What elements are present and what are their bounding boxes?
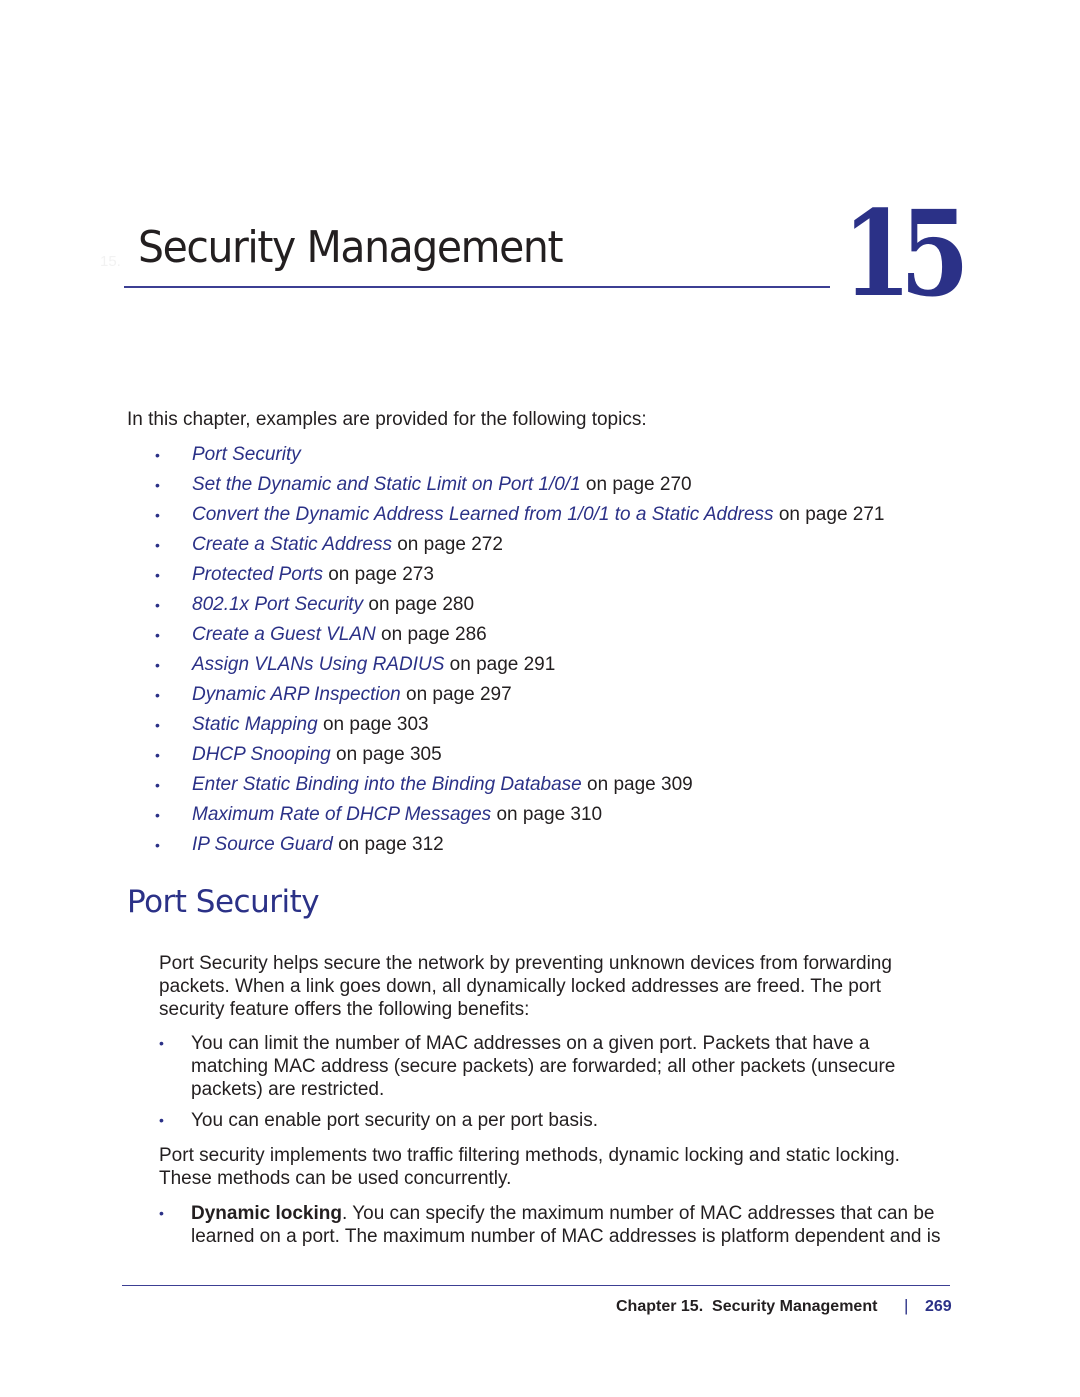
topic-page-ref: on page 272: [391, 534, 503, 555]
topic-item: • Static Mapping on page 303: [155, 710, 885, 740]
topic-link[interactable]: 802.1x Port Security: [192, 594, 363, 615]
bullet-icon: •: [155, 567, 160, 583]
topic-item: • 802.1x Port Security on page 280: [155, 590, 885, 620]
topic-page-ref: on page 312: [332, 834, 444, 855]
topic-page-ref: on page 310: [491, 804, 603, 825]
topic-link[interactable]: IP Source Guard: [192, 834, 333, 855]
topic-item: • Assign VLANs Using RADIUS on page 291: [155, 650, 885, 680]
bullet-icon: •: [155, 747, 160, 763]
locking-item: • Dynamic locking. You can specify the ma…: [159, 1202, 959, 1248]
topic-link[interactable]: Maximum Rate of DHCP Messages: [192, 804, 491, 825]
topic-page-ref: on page 309: [581, 774, 693, 795]
topic-item: • Protected Ports on page 273: [155, 560, 885, 590]
chapter-prefix: 15.: [100, 253, 121, 270]
chapter-title-rule: [124, 286, 830, 288]
bullet-icon: •: [155, 777, 160, 793]
topic-item: • Maximum Rate of DHCP Messages on page 3…: [155, 800, 885, 830]
topic-link[interactable]: Static Mapping: [192, 714, 318, 735]
chapter-header: 15. Security Management 15: [0, 0, 1080, 340]
benefits-list: • You can limit the number of MAC address…: [159, 1032, 939, 1140]
topic-link[interactable]: Assign VLANs Using RADIUS: [192, 654, 444, 675]
bullet-icon: •: [155, 687, 160, 703]
section-title: Port Security: [127, 884, 320, 920]
bullet-icon: •: [159, 1112, 164, 1128]
chapter-number: 15: [842, 184, 970, 323]
topic-item: • Create a Static Address on page 272: [155, 530, 885, 560]
footer-separator: |: [904, 1296, 909, 1315]
topic-page-ref: on page 273: [322, 564, 434, 585]
bullet-icon: •: [155, 807, 160, 823]
bullet-icon: •: [155, 537, 160, 553]
bullet-icon: •: [155, 627, 160, 643]
chapter-title: Security Management: [138, 222, 563, 273]
benefit-item: • You can limit the number of MAC address…: [159, 1032, 939, 1101]
footer-chapter-label: Chapter 15. Security Management: [616, 1298, 878, 1315]
topic-page-ref: on page 297: [400, 684, 512, 705]
bullet-icon: •: [159, 1035, 164, 1051]
benefit-text: You can limit the number of MAC addresse…: [191, 1033, 896, 1100]
locking-term: Dynamic locking: [191, 1203, 342, 1224]
topic-link[interactable]: DHCP Snooping: [192, 744, 331, 765]
topic-page-ref: on page 305: [330, 744, 442, 765]
page-number: 269: [925, 1298, 952, 1315]
section-paragraph: Port Security helps secure the network b…: [159, 953, 892, 1020]
topic-item: • DHCP Snooping on page 305: [155, 740, 885, 770]
topic-link[interactable]: Dynamic ARP Inspection: [192, 684, 401, 705]
topic-item: • IP Source Guard on page 312: [155, 830, 885, 860]
topic-link[interactable]: Set the Dynamic and Static Limit on Port…: [192, 474, 581, 495]
topic-item: • Create a Guest VLAN on page 286: [155, 620, 885, 650]
bullet-icon: •: [155, 717, 160, 733]
topic-link[interactable]: Protected Ports: [192, 564, 323, 585]
topic-item: • Convert the Dynamic Address Learned fro…: [155, 500, 885, 530]
footer-rule: [122, 1285, 950, 1286]
topic-page-ref: on page 270: [580, 474, 692, 495]
topic-item: • Enter Static Binding into the Binding D…: [155, 770, 885, 800]
topic-item: • Set the Dynamic and Static Limit on Por…: [155, 470, 885, 500]
locking-list: • Dynamic locking. You can specify the ma…: [159, 1202, 959, 1248]
intro-text: In this chapter, examples are provided f…: [127, 409, 647, 430]
bullet-icon: •: [155, 657, 160, 673]
topic-page-ref: on page 286: [375, 624, 487, 645]
topic-link[interactable]: Convert the Dynamic Address Learned from…: [192, 504, 774, 525]
bullet-icon: •: [155, 597, 160, 613]
topic-item: • Dynamic ARP Inspection on page 297: [155, 680, 885, 710]
topic-link[interactable]: Enter Static Binding into the Binding Da…: [192, 774, 582, 795]
bullet-icon: •: [155, 837, 160, 853]
topic-item: • Port Security: [155, 440, 885, 470]
section-paragraph: Port security implements two traffic fil…: [159, 1145, 900, 1189]
benefit-text: You can enable port security on a per po…: [191, 1110, 598, 1131]
topic-page-ref: on page 280: [363, 594, 475, 615]
bullet-icon: •: [155, 477, 160, 493]
bullet-icon: •: [155, 507, 160, 523]
topic-page-ref: on page 271: [773, 504, 885, 525]
topic-list: • Port Security • Set the Dynamic and Stat…: [155, 440, 885, 860]
topic-page-ref: on page 303: [317, 714, 429, 735]
benefit-item: • You can enable port security on a per p…: [159, 1109, 939, 1132]
topic-page-ref: on page 291: [444, 654, 556, 675]
bullet-icon: •: [155, 447, 160, 463]
topic-link[interactable]: Create a Static Address: [192, 534, 392, 555]
topic-link[interactable]: Port Security: [192, 444, 301, 465]
topic-link[interactable]: Create a Guest VLAN: [192, 624, 376, 645]
bullet-icon: •: [159, 1205, 164, 1221]
